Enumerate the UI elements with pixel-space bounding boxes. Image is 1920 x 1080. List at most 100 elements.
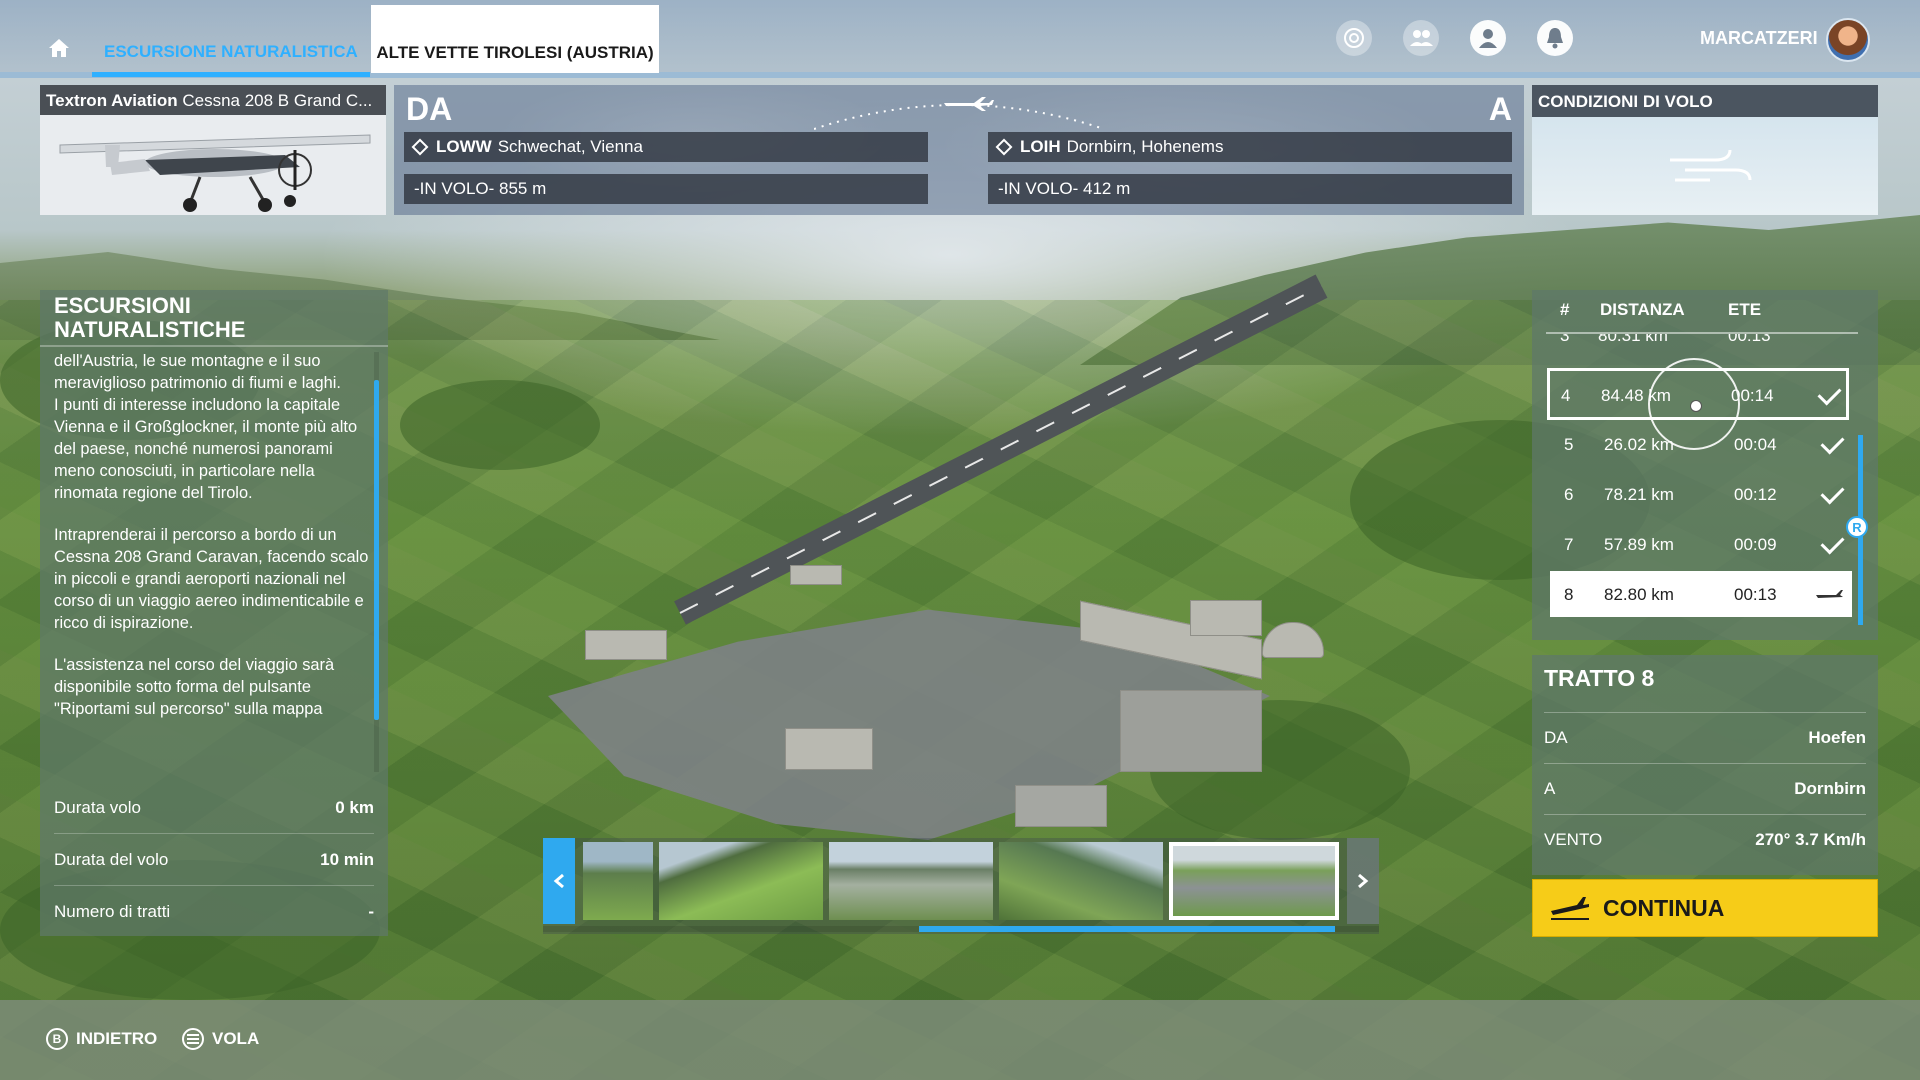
leg-wind-row: VENTO 270° 3.7 Km/h <box>1544 814 1866 865</box>
stat-value: - <box>368 902 374 921</box>
flight-conditions-card[interactable]: CONDIZIONI DI VOLO <box>1532 85 1878 215</box>
hangar <box>1015 785 1107 827</box>
leg-to-label: A <box>1544 779 1556 798</box>
thumbnail-prev-button[interactable] <box>543 838 575 924</box>
tab-escursione-naturalistica[interactable]: ESCURSIONE NATURALISTICA <box>92 38 370 77</box>
departure-code: LOWW <box>436 137 492 156</box>
arrival-altitude: -IN VOLO- 412 m <box>998 179 1131 198</box>
route-panel: DA A LOWW Schwechat, Vienna -IN VOLO- 85… <box>394 85 1524 215</box>
departure-name: Schwechat, Vienna <box>497 137 643 156</box>
leg-from-value: Hoefen <box>1808 728 1866 747</box>
profile-icon[interactable] <box>1470 20 1506 56</box>
leg-number: 6 <box>1564 485 1574 504</box>
leg-from-row: DA Hoefen <box>1544 712 1866 763</box>
leg-distance: 82.80 km <box>1604 585 1674 604</box>
description-panel[interactable]: ESCURSIONI NATURALISTICHE dell'Austria, … <box>40 290 388 780</box>
leg-to-row: A Dornbirn <box>1544 763 1866 814</box>
hangar <box>1120 690 1262 772</box>
notifications-bell-icon[interactable] <box>1537 20 1573 56</box>
stat-label: Durata del volo <box>54 850 169 869</box>
leg-distance: 80.31 km <box>1598 334 1668 345</box>
achievements-icon[interactable] <box>1336 20 1372 56</box>
home-icon[interactable] <box>48 38 70 58</box>
leg-ete: 00:12 <box>1734 485 1777 504</box>
waypoint-icon <box>995 138 1013 156</box>
cessna-aircraft-icon <box>59 134 371 212</box>
leg-details-panel: TRATTO 8 DA Hoefen A Dornbirn VENTO 270°… <box>1532 655 1878 875</box>
leg-distance: 78.21 km <box>1604 485 1674 504</box>
leg-ete: 00:09 <box>1734 535 1777 554</box>
table-row[interactable]: 6 78.21 km 00:12 <box>1550 471 1852 517</box>
airplane-icon <box>1816 590 1843 598</box>
scenery-thumbnail-strip <box>543 838 1379 934</box>
leg-wind-value: 270° 3.7 Km/h <box>1755 830 1866 849</box>
wind-weather-icon <box>1670 149 1752 182</box>
fly-label: VOLA <box>212 1029 260 1048</box>
aircraft-title: Textron Aviation Cessna 208 B Grand C... <box>40 85 386 115</box>
continue-button[interactable]: CONTINUA <box>1532 879 1878 937</box>
leg-ete: 00:04 <box>1734 435 1777 454</box>
stat-label: Numero di tratti <box>54 902 171 921</box>
departure-airport-field[interactable]: LOWW Schwechat, Vienna <box>404 132 928 162</box>
arrival-airport-field[interactable]: LOIH Dornbirn, Hohenems <box>988 132 1512 162</box>
departure-label: DA <box>406 91 453 127</box>
continue-label: CONTINUA <box>1603 894 1725 921</box>
leg-number: 7 <box>1564 535 1574 554</box>
stat-value: 0 km <box>335 798 374 817</box>
table-row-current[interactable]: 8 82.80 km 00:13 <box>1550 571 1852 617</box>
stat-row-duration: Durata del volo 10 min <box>54 835 374 886</box>
forest-patch <box>400 380 600 470</box>
description-text[interactable]: dell'Austria, le sue montagne e il suo m… <box>54 350 370 770</box>
arrival-altitude-field[interactable]: -IN VOLO- 412 m <box>988 174 1512 204</box>
legs-table-header: # DISTANZA ETE <box>1532 300 1878 330</box>
description-paragraph: dell'Austria, le sue montagne e il suo m… <box>54 352 341 392</box>
hangar <box>1190 600 1262 636</box>
scenery-thumbnail[interactable] <box>583 842 653 920</box>
fly-button[interactable]: VOLA <box>182 1028 259 1050</box>
divider <box>40 345 388 347</box>
checkmark-icon <box>1820 430 1845 455</box>
column-header-distance: DISTANZA <box>1600 300 1685 319</box>
scenery-thumbnail-selected[interactable] <box>1169 842 1339 920</box>
stat-label: Durata volo <box>54 798 141 817</box>
back-label: INDIETRO <box>76 1029 158 1048</box>
scrollbar-thumb[interactable] <box>374 380 379 720</box>
description-title: ESCURSIONI NATURALISTICHE <box>54 293 246 342</box>
flight-arc-icon <box>814 97 1104 130</box>
table-row[interactable]: 7 57.89 km 00:09 <box>1550 521 1852 567</box>
back-button[interactable]: B INDIETRO <box>46 1028 157 1050</box>
leg-to-value: Dornbirn <box>1794 779 1866 798</box>
leg-ete: 00:13 <box>1728 334 1771 345</box>
waypoint-icon <box>411 138 429 156</box>
description-paragraph: I punti di interesse includono la capita… <box>54 396 358 502</box>
thumbnail-next-button[interactable] <box>1347 838 1379 924</box>
thumbnail-scroll-thumb[interactable] <box>919 926 1335 932</box>
table-row[interactable]: 3 80.31 km 00:13 <box>1550 334 1852 358</box>
chevron-left-icon <box>553 873 564 889</box>
airplane-takeoff-icon <box>1551 897 1589 920</box>
avatar[interactable] <box>1826 18 1870 62</box>
gamepad-b-icon: B <box>46 1028 68 1050</box>
hangar <box>790 565 842 585</box>
stat-row-distance: Durata volo 0 km <box>54 783 374 834</box>
departure-altitude-field[interactable]: -IN VOLO- 855 m <box>404 174 928 204</box>
scenery-thumbnail[interactable] <box>659 842 823 920</box>
scenery-thumbnail[interactable] <box>999 842 1163 920</box>
leg-from-label: DA <box>1544 728 1568 747</box>
stat-row-legs: Numero di tratti - <box>54 887 374 937</box>
bottom-bar: B INDIETRO VOLA <box>0 1000 1920 1080</box>
multiplayer-icon[interactable] <box>1403 20 1439 56</box>
leg-ete: 00:13 <box>1734 585 1777 604</box>
hangar <box>585 630 667 660</box>
departure-altitude: -IN VOLO- 855 m <box>414 179 547 198</box>
scroll-r-button[interactable]: R <box>1846 516 1868 538</box>
column-header-number: # <box>1560 300 1570 319</box>
chevron-right-icon <box>1358 873 1369 889</box>
leg-number: 3 <box>1560 334 1570 345</box>
legs-table[interactable]: # DISTANZA ETE 3 80.31 km 00:13 4 84.48 … <box>1532 290 1878 640</box>
tab-activity-title[interactable]: ALTE VETTE TIROLESI (AUSTRIA) <box>371 5 659 73</box>
leg-distance: 57.89 km <box>1604 535 1674 554</box>
aircraft-card[interactable]: Textron Aviation Cessna 208 B Grand C... <box>40 85 386 215</box>
scenery-thumbnail[interactable] <box>829 842 993 920</box>
leg-number: 4 <box>1561 386 1571 405</box>
